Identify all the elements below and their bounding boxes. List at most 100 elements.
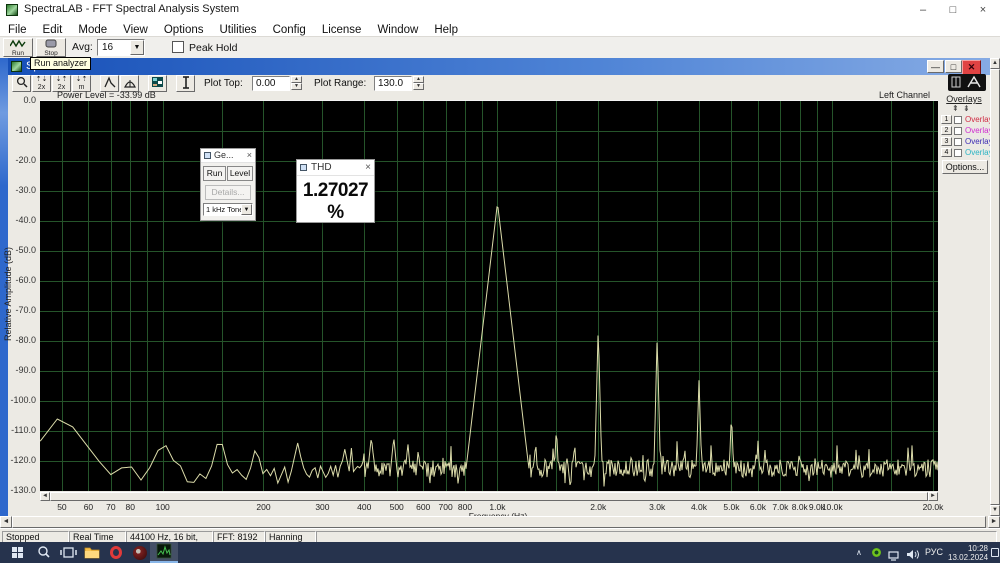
overlay-checkbox[interactable] <box>954 138 962 146</box>
bars-icon <box>124 76 136 88</box>
windows-taskbar: ∧ РУС 10:28 13.02.2024 <box>0 542 1000 563</box>
avg-select[interactable]: 16 ▼ <box>97 39 145 56</box>
overlays-title: Overlays <box>940 94 988 104</box>
x-tick-label: 300 <box>300 503 344 512</box>
overlay-number-button[interactable]: 3 <box>941 137 952 146</box>
y-tick-label: -90.0 <box>6 366 36 375</box>
y-tick-label: -100.0 <box>6 396 36 405</box>
plot-scroll-right-icon[interactable]: ► <box>928 492 938 501</box>
spectrum-window-icon <box>11 61 22 72</box>
spectrum-maximize-button[interactable]: □ <box>945 60 962 73</box>
task-view-button[interactable] <box>56 542 80 563</box>
generator-close-icon[interactable]: × <box>247 149 252 162</box>
overlay-number-button[interactable]: 4 <box>941 148 952 157</box>
palette-grid-icon <box>151 76 164 88</box>
spectrum-title-bar: Spectrum — □ ✕ <box>8 58 990 75</box>
language-indicator[interactable]: РУС <box>925 542 943 563</box>
vertical-scrollbar-thumb[interactable] <box>990 69 1000 505</box>
zoom-in-2x-button[interactable]: ⇡⇣2x <box>32 75 51 92</box>
stop-button[interactable]: Stop <box>36 38 66 57</box>
tray-green-status-icon[interactable] <box>872 548 881 557</box>
plot-scroll-left-icon[interactable]: ◄ <box>40 492 50 501</box>
overlay-checkbox[interactable] <box>954 116 962 124</box>
vertical-scrollbar[interactable]: ▲ ▼ <box>990 58 1000 516</box>
plot-scrollbar-thumb[interactable] <box>50 492 928 501</box>
store-column-icon: ⇞ <box>952 104 959 113</box>
clear-column-icon: ⇟ <box>963 104 970 113</box>
tray-date: 13.02.2024 <box>948 553 988 562</box>
trace-annotation-button[interactable] <box>948 74 986 91</box>
scroll-down-icon[interactable]: ▼ <box>990 505 1000 516</box>
plot-range-spin-up-icon[interactable]: ▲ <box>413 76 424 83</box>
volume-icon[interactable] <box>906 547 919 563</box>
thd-close-icon[interactable]: × <box>365 160 371 175</box>
x-tick-label: 10.0k <box>810 503 854 512</box>
marker-mode-button[interactable] <box>176 75 195 92</box>
scroll-up-icon[interactable]: ▲ <box>990 58 1000 69</box>
plot-top-input[interactable]: 0.00 <box>252 76 290 91</box>
zoom-select-button[interactable] <box>12 75 31 92</box>
file-explorer-button[interactable] <box>80 542 104 563</box>
generator-level-button[interactable]: Level <box>227 166 253 181</box>
opera-button[interactable] <box>104 542 128 563</box>
zoom-in-2x-label: 2x <box>38 84 45 91</box>
media-app-button[interactable] <box>128 542 152 563</box>
overlay-number-button[interactable]: 1 <box>941 115 952 124</box>
search-button[interactable] <box>32 542 56 563</box>
power-level-readout: Power Level = -33.99 dB <box>57 91 156 100</box>
spectrum-plot[interactable] <box>40 100 938 491</box>
action-center-icon[interactable] <box>991 548 999 557</box>
run-button[interactable]: Run <box>3 38 33 57</box>
plot-top-spinner[interactable]: ▲▼ <box>291 76 302 91</box>
plot-range-spin-down-icon[interactable]: ▼ <box>413 83 424 90</box>
start-button[interactable] <box>6 542 30 563</box>
ibeam-icon <box>181 76 191 89</box>
plot-top-spin-down-icon[interactable]: ▼ <box>291 83 302 90</box>
avg-dropdown-arrow-icon[interactable]: ▼ <box>130 40 144 55</box>
generator-details-button[interactable]: Details... <box>205 185 251 200</box>
overlay-number-button[interactable]: 2 <box>941 126 952 135</box>
generator-run-button[interactable]: Run <box>203 166 226 181</box>
spectrum-close-button[interactable]: ✕ <box>962 60 981 75</box>
generator-title-bar[interactable]: Ge... × <box>201 149 255 163</box>
avg-label: Avg: <box>72 41 93 53</box>
horizontal-scrollbar[interactable]: ◄ ► <box>0 516 1000 528</box>
minimize-button[interactable]: – <box>908 1 938 21</box>
plot-range-spinner[interactable]: ▲▼ <box>413 76 424 91</box>
y-tick-label: -80.0 <box>6 336 36 345</box>
overlay-checkbox[interactable] <box>954 149 962 157</box>
generator-tone-dropdown-icon[interactable]: ▼ <box>241 204 252 215</box>
plot-range-input[interactable]: 130.0 <box>374 76 412 91</box>
maximize-button[interactable]: □ <box>938 1 968 21</box>
generator-title: Ge... <box>214 150 234 160</box>
spectralab-taskbar-button[interactable] <box>150 542 178 563</box>
window-title: SpectraLAB - FFT Spectral Analysis Syste… <box>24 3 239 15</box>
search-icon <box>32 542 56 563</box>
tray-expand-button[interactable]: ∧ <box>856 542 862 563</box>
generator-window-icon <box>204 152 211 159</box>
close-button[interactable]: × <box>968 1 998 21</box>
spectrum-trace-svg <box>40 101 938 491</box>
main-toolbar: Run Stop Avg: 16 ▼ Peak Hold <box>0 36 1000 58</box>
plot-scrollbar[interactable]: ◄ ► <box>40 492 938 501</box>
peak-hold-checkbox[interactable] <box>172 41 184 53</box>
thd-title-bar[interactable]: THD × <box>297 160 374 176</box>
overlay-checkbox[interactable] <box>954 127 962 135</box>
media-dial-icon <box>133 546 147 560</box>
run-waveform-icon <box>10 39 26 48</box>
spectrum-minimize-button[interactable]: — <box>927 60 944 73</box>
scroll-right-icon[interactable]: ► <box>988 516 1000 528</box>
horizontal-scrollbar-thumb[interactable] <box>12 516 986 528</box>
network-icon[interactable] <box>888 548 901 563</box>
clock[interactable]: 10:28 13.02.2024 <box>948 544 988 562</box>
y-tick-label: -120.0 <box>6 456 36 465</box>
overlay-options-button[interactable]: Options... <box>942 160 988 174</box>
app-icon <box>6 4 18 16</box>
generator-tone-value: 1 kHz Tone <box>206 205 243 214</box>
scroll-left-icon[interactable]: ◄ <box>0 516 12 528</box>
avg-value: 16 <box>102 42 113 53</box>
plot-top-spin-up-icon[interactable]: ▲ <box>291 76 302 83</box>
peak-cursor-icon <box>104 76 116 88</box>
run-button-label: Run <box>4 50 32 57</box>
generator-tone-select[interactable]: 1 kHz Tone ▼ <box>203 203 253 216</box>
